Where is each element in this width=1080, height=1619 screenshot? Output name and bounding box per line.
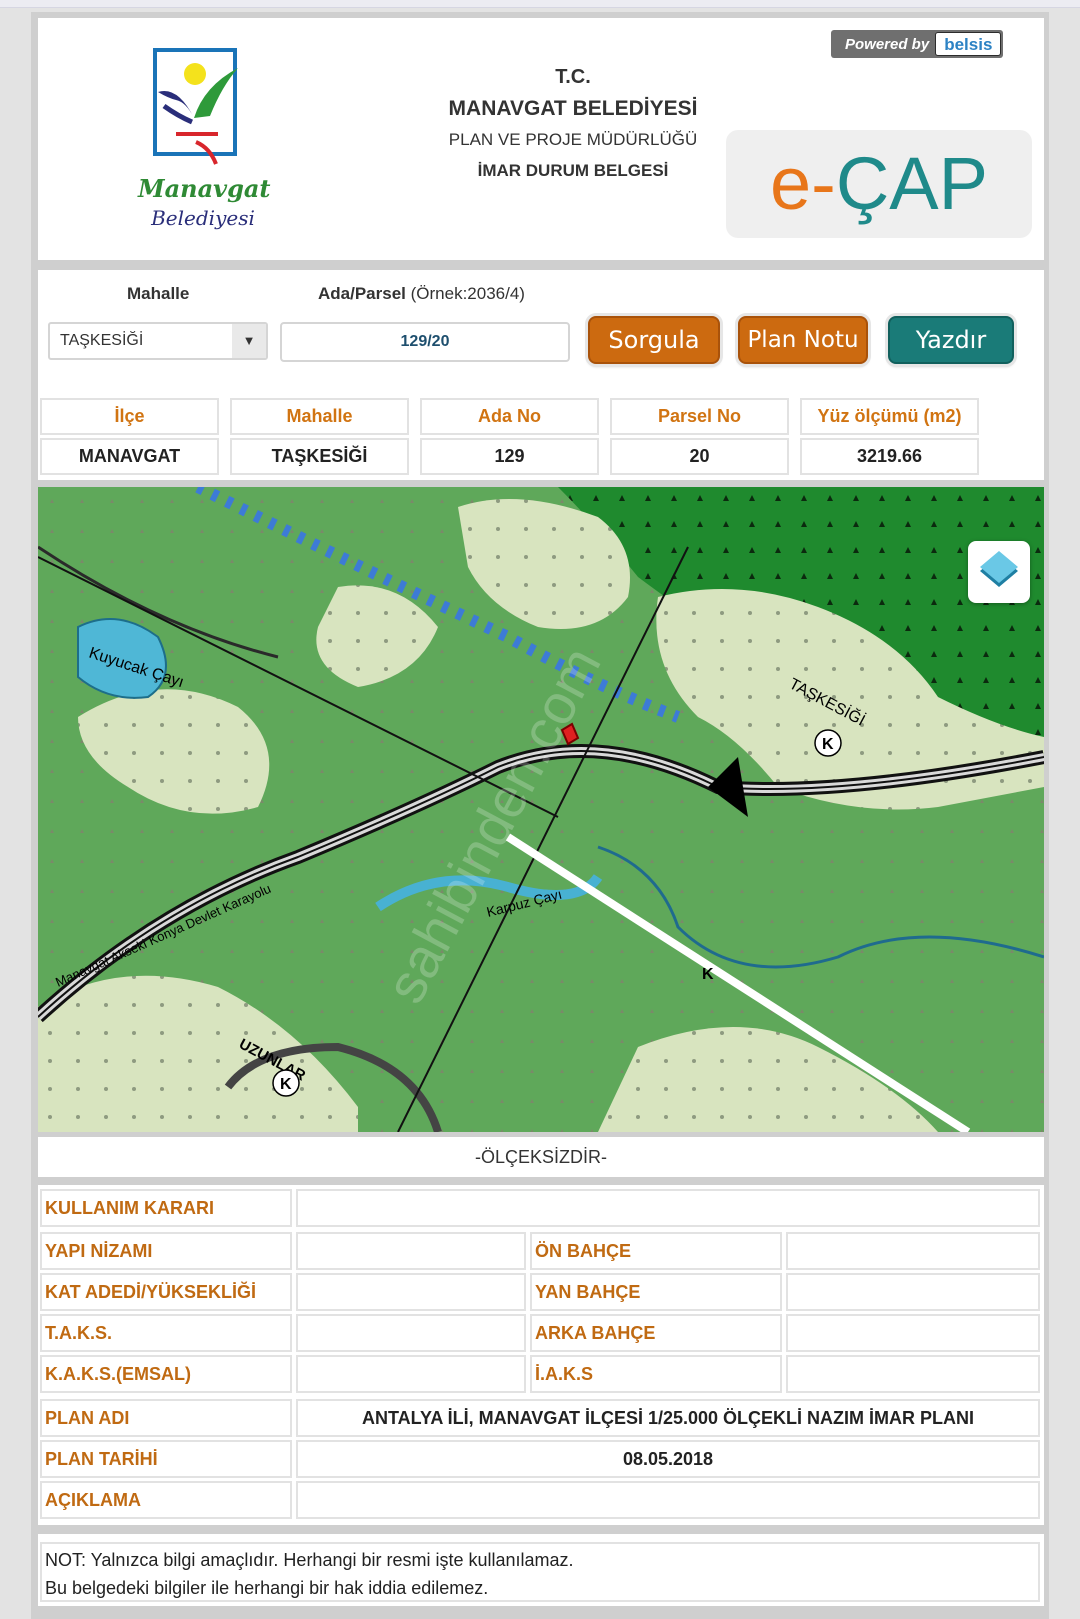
label-kat-adedi: KAT ADEDİ/YÜKSEKLİĞİ — [40, 1273, 292, 1311]
zoning-details: KULLANIM KARARI YAPI NİZAMI ÖN BAHÇE KAT… — [38, 1185, 1044, 1525]
disclaimer-line-1: NOT: Yalnızca bilgi amaçlıdır. Herhangi … — [45, 1550, 574, 1570]
label-kullanim-karari: KULLANIM KARARI — [40, 1189, 292, 1227]
powered-by-text: Powered by — [845, 35, 930, 53]
map-symbol-k-1: K — [822, 736, 834, 753]
value-kaks — [296, 1355, 526, 1393]
header-municipality: MANAVGAT BELEDİYESİ — [448, 97, 698, 120]
label-yan-bahce: YAN BAHÇE — [530, 1273, 782, 1311]
header-ilce: İlçe — [40, 398, 219, 435]
row-taks: T.A.K.S. ARKA BAHÇE — [38, 1314, 1044, 1354]
label-on-bahce: ÖN BAHÇE — [530, 1232, 782, 1270]
header-mahalle: Mahalle — [230, 398, 409, 435]
label-arka-bahce: ARKA BAHÇE — [530, 1314, 782, 1352]
row-yapi-nizami: YAPI NİZAMI ÖN BAHÇE — [38, 1232, 1044, 1272]
top-strip — [0, 0, 1080, 8]
header-department: PLAN VE PROJE MÜDÜRLÜĞÜ — [448, 130, 698, 149]
ecap-e: e- — [770, 142, 836, 225]
header-yuz-olcumu: Yüz ölçümü (m2) — [800, 398, 979, 435]
logo-subtitle: Belediyesi — [151, 206, 255, 230]
ada-parsel-label: Ada/Parsel (Örnek:2036/4) — [318, 284, 525, 304]
logo-wordmark: Manavgat — [138, 174, 271, 203]
value-arka-bahce — [786, 1314, 1040, 1352]
row-plan-tarihi: PLAN TARİHİ 08.05.2018 — [38, 1440, 1044, 1480]
value-on-bahce — [786, 1232, 1040, 1270]
ada-parsel-input[interactable] — [280, 322, 570, 362]
map-symbol-k-3: K — [702, 966, 714, 983]
label-plan-adi: PLAN ADI — [40, 1399, 292, 1437]
belsis-brand: belsis — [935, 32, 1002, 56]
value-plan-tarihi: 08.05.2018 — [296, 1440, 1040, 1478]
powered-by-badge: Powered by belsis — [831, 30, 1004, 58]
layers-button[interactable] — [968, 541, 1030, 603]
value-kullanim-karari — [296, 1189, 1040, 1227]
value-taks — [296, 1314, 526, 1352]
chevron-down-icon[interactable]: ▼ — [232, 324, 266, 358]
row-kullanim-karari: KULLANIM KARARI — [38, 1189, 1044, 1229]
value-aciklama — [296, 1481, 1040, 1519]
value-kat-adedi — [296, 1273, 526, 1311]
plan-notu-button[interactable]: Plan Notu — [738, 316, 868, 364]
value-mahalle: TAŞKESİĞİ — [230, 438, 409, 475]
ecap-logo: e-ÇAP — [726, 130, 1032, 238]
scale-note: -ÖLÇEKSİZDİR- — [38, 1137, 1044, 1177]
label-taks: T.A.K.S. — [40, 1314, 292, 1352]
value-yuz-olcumu: 3219.66 — [800, 438, 979, 475]
label-iaks: İ.A.K.S — [530, 1355, 782, 1393]
value-ada-no: 129 — [420, 438, 599, 475]
header-tc: T.C. — [555, 66, 591, 88]
value-iaks — [786, 1355, 1040, 1393]
ada-parsel-example: (Örnek:2036/4) — [410, 284, 525, 303]
row-aciklama: AÇIKLAMA — [38, 1481, 1044, 1521]
header-document-title: İMAR DURUM BELGESİ — [477, 161, 669, 180]
header-ada-no: Ada No — [420, 398, 599, 435]
map-symbol-k-2: K — [280, 1076, 292, 1093]
row-plan-adi: PLAN ADI ANTALYA İLİ, MANAVGAT İLÇESİ 1/… — [38, 1399, 1044, 1439]
disclaimer-panel: NOT: Yalnızca bilgi amaçlıdır. Herhangi … — [38, 1534, 1044, 1606]
label-kaks: K.A.K.S.(EMSAL) — [40, 1355, 292, 1393]
value-plan-adi: ANTALYA İLİ, MANAVGAT İLÇESİ 1/25.000 ÖL… — [296, 1399, 1040, 1437]
value-yan-bahce — [786, 1273, 1040, 1311]
layers-icon — [980, 551, 1018, 587]
plan-map[interactable]: Kuyucak Çayı TAŞKESİĞİ Manavgat Akseki K… — [38, 487, 1044, 1132]
mahalle-select-value: TAŞKESİĞİ — [60, 332, 144, 349]
row-kaks: K.A.K.S.(EMSAL) İ.A.K.S — [38, 1355, 1044, 1395]
map-canvas[interactable]: Kuyucak Çayı TAŞKESİĞİ Manavgat Akseki K… — [38, 487, 1044, 1132]
disclaimer-box: NOT: Yalnızca bilgi amaçlıdır. Herhangi … — [40, 1542, 1040, 1602]
label-plan-tarihi: PLAN TARİHİ — [40, 1440, 292, 1478]
value-ilce: MANAVGAT — [40, 438, 219, 475]
header-titles: T.C. MANAVGAT BELEDİYESİ PLAN VE PROJE M… — [358, 62, 788, 186]
parcel-info-table: İlçe Mahalle Ada No Parsel No Yüz ölçümü… — [40, 398, 979, 475]
label-aciklama: AÇIKLAMA — [40, 1481, 292, 1519]
ecap-cap: ÇAP — [835, 142, 988, 225]
mahalle-select[interactable]: TAŞKESİĞİ ▼ — [48, 322, 268, 360]
ada-parsel-label-text: Ada/Parsel — [318, 284, 406, 303]
disclaimer-line-2: Bu belgedeki bilgiler ile herhangi bir h… — [45, 1578, 489, 1598]
sorgula-button[interactable]: Sorgula — [588, 316, 720, 364]
mahalle-label: Mahalle — [127, 284, 190, 303]
value-parsel-no: 20 — [610, 438, 789, 475]
value-yapi-nizami — [296, 1232, 526, 1270]
row-kat-adedi: KAT ADEDİ/YÜKSEKLİĞİ YAN BAHÇE — [38, 1273, 1044, 1313]
label-yapi-nizami: YAPI NİZAMI — [40, 1232, 292, 1270]
header-parsel-no: Parsel No — [610, 398, 789, 435]
manavgat-logo: Manavgat Belediyesi — [138, 46, 308, 256]
yazdir-button[interactable]: Yazdır — [888, 316, 1014, 364]
query-panel: Mahalle Ada/Parsel (Örnek:2036/4) TAŞKES… — [38, 270, 1044, 480]
header-panel: Manavgat Belediyesi T.C. MANAVGAT BELEDİ… — [38, 18, 1044, 260]
